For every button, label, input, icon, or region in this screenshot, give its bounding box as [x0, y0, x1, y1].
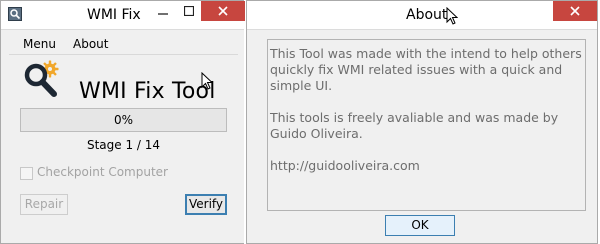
about-text-box[interactable]: This Tool was made with the intend to he… — [267, 39, 586, 211]
repair-button[interactable]: Repair — [20, 194, 68, 215]
close-button[interactable] — [201, 1, 245, 21]
checkpoint-checkbox-label: Checkpoint Computer — [37, 165, 168, 179]
menu-item-about[interactable]: About — [73, 37, 108, 51]
close-icon — [218, 6, 228, 16]
app-icon — [8, 7, 22, 21]
progress-label: 0% — [113, 113, 134, 127]
verify-button[interactable]: Verify — [185, 194, 227, 215]
about-window-title: About — [406, 7, 448, 23]
minimize-icon — [158, 13, 168, 15]
about-paragraph: This Tool was made with the intend to he… — [270, 46, 582, 93]
magnifier-gear-icon — [24, 60, 59, 97]
about-window: About This Tool was made with the intend… — [246, 0, 598, 244]
close-icon — [570, 6, 580, 16]
ok-button[interactable]: OK — [385, 215, 455, 236]
menu-item-menu[interactable]: Menu — [23, 37, 56, 51]
stage-label: Stage 1 / 14 — [86, 138, 161, 152]
checkpoint-checkbox[interactable] — [20, 167, 33, 180]
title-bar[interactable]: WMI Fix — [1, 1, 245, 30]
maximize-icon — [184, 6, 194, 16]
maximize-button[interactable] — [177, 1, 201, 21]
mouse-cursor-icon — [446, 7, 458, 25]
app-title: WMI Fix Tool — [79, 79, 216, 104]
about-title-bar[interactable]: About — [247, 1, 597, 30]
progress-bar: 0% — [20, 108, 227, 132]
about-link[interactable]: http://guidooliveira.com — [270, 158, 585, 174]
menu-bar: Menu About — [9, 34, 238, 55]
window-title: WMI Fix — [87, 7, 141, 23]
mouse-cursor-icon — [201, 72, 213, 90]
about-paragraph: This tools is freely avaliable and was m… — [270, 110, 559, 141]
about-close-button[interactable] — [553, 1, 597, 21]
minimize-button[interactable] — [149, 1, 177, 21]
wmi-fix-window: WMI Fix Menu About WMI Fix Tool 0% Stage… — [0, 0, 245, 244]
